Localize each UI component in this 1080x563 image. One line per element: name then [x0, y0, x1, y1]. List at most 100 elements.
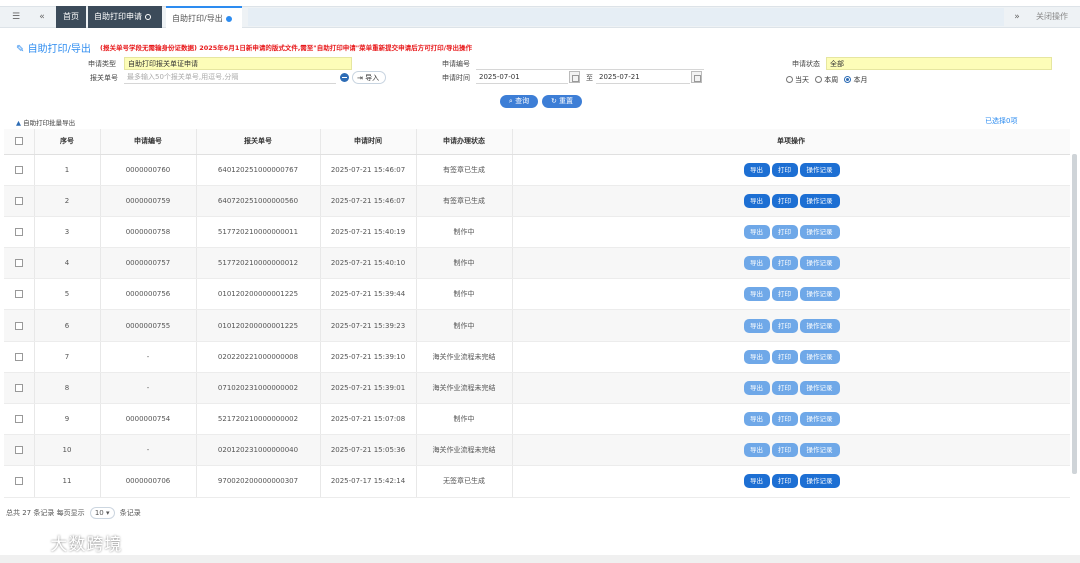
row-checkbox[interactable]	[14, 477, 23, 486]
export-button[interactable]: 导出	[743, 380, 770, 395]
export-button[interactable]: 导出	[743, 349, 770, 364]
print-button[interactable]: 打印	[771, 256, 798, 271]
radio-week[interactable]: 本周	[815, 75, 838, 85]
row-checkbox-cell	[4, 403, 35, 436]
reset-button[interactable]: ↻ 重置	[542, 95, 582, 108]
page-size-select[interactable]: 10 ▾	[89, 507, 115, 519]
export-button[interactable]: 导出	[743, 287, 770, 302]
record-table: 序号 申请编号 报关单号 申请时间 申请办理状态 单项操作 1 000000076…	[4, 129, 1070, 503]
table-row: 3 0000000758 517720210000000011 2025-07-21 …	[4, 216, 1070, 249]
row-checkbox[interactable]	[14, 227, 23, 236]
cell-decl-no: 640720251000000560	[196, 185, 321, 217]
forward-icon[interactable]: »	[1010, 6, 1024, 28]
reset-icon: ↻	[550, 97, 560, 105]
cell-time: 2025-07-21 15:40:19	[320, 216, 417, 249]
radio-today[interactable]: 当天	[786, 75, 809, 85]
menu-icon[interactable]: ☰	[8, 6, 24, 28]
scrollbar[interactable]	[1072, 154, 1077, 474]
export-button[interactable]: 导出	[743, 193, 770, 208]
export-button[interactable]: 导出	[743, 162, 770, 177]
cell-ops: 导出 打印 操作记录	[512, 216, 1070, 249]
row-checkbox[interactable]	[14, 196, 23, 205]
row-checkbox[interactable]	[14, 352, 23, 361]
cell-ops: 导出 打印 操作记录	[512, 247, 1070, 280]
print-button[interactable]: 打印	[771, 412, 798, 427]
header-status: 申请办理状态	[416, 129, 513, 155]
log-button[interactable]: 操作记录	[799, 224, 840, 239]
cell-apply-no: -	[100, 341, 197, 373]
export-button[interactable]: 导出	[743, 412, 770, 427]
log-button[interactable]: 操作记录	[799, 162, 840, 177]
selected-count: 已选择0项	[985, 117, 1018, 125]
radio-icon	[786, 76, 793, 83]
print-button[interactable]: 打印	[771, 224, 798, 239]
tab-current[interactable]: 自助打印/导出	[166, 6, 242, 28]
export-button[interactable]: 导出	[743, 474, 770, 489]
minus-icon[interactable]	[340, 73, 349, 82]
table-row: 5 0000000756 010120200000001225 2025-07-21 …	[4, 278, 1070, 311]
log-button[interactable]: 操作记录	[799, 474, 840, 489]
status-select[interactable]: 全部	[826, 57, 1052, 70]
tab-home[interactable]: 首页	[56, 6, 86, 28]
batch-export-button[interactable]: ▲ 自助打印批量导出	[16, 117, 75, 127]
print-button[interactable]: 打印	[771, 318, 798, 333]
close-icon[interactable]	[225, 15, 232, 22]
print-button[interactable]: 打印	[771, 474, 798, 489]
cell-decl-no: 517720210000000012	[196, 247, 321, 280]
row-checkbox[interactable]	[14, 383, 23, 392]
row-checkbox[interactable]	[14, 259, 23, 268]
print-button[interactable]: 打印	[771, 349, 798, 364]
log-button[interactable]: 操作记录	[799, 443, 840, 458]
declno-input[interactable]: 最多输入50个报关单号,用逗号,分隔	[124, 71, 336, 84]
calendar-icon[interactable]	[691, 71, 702, 83]
import-button[interactable]: ⇥ 导入	[352, 71, 387, 84]
type-select[interactable]: 自助打印报关单证申请	[124, 57, 352, 70]
row-checkbox[interactable]	[14, 321, 23, 330]
calendar-icon[interactable]	[569, 71, 580, 83]
log-button[interactable]: 操作记录	[799, 256, 840, 271]
start-date-input[interactable]: 2025-07-01	[476, 71, 568, 84]
close-icon[interactable]	[145, 13, 151, 20]
cell-status: 海关作业流程未完结	[416, 372, 513, 405]
log-button[interactable]: 操作记录	[799, 349, 840, 364]
log-button[interactable]: 操作记录	[799, 193, 840, 208]
log-button[interactable]: 操作记录	[799, 380, 840, 395]
export-button[interactable]: 导出	[743, 318, 770, 333]
applyno-input[interactable]	[476, 57, 704, 70]
row-checkbox[interactable]	[14, 165, 23, 174]
select-all-checkbox[interactable]	[14, 137, 23, 146]
row-checkbox-cell	[4, 309, 35, 342]
tab-apply[interactable]: 自助打印申请	[88, 6, 162, 28]
export-button[interactable]: 导出	[743, 256, 770, 271]
print-button[interactable]: 打印	[771, 443, 798, 458]
cell-apply-no: 0000000755	[100, 309, 197, 342]
type-label: 申请类型	[88, 60, 116, 68]
print-button[interactable]: 打印	[771, 193, 798, 208]
cell-no: 9	[34, 403, 101, 436]
cell-decl-no: 010120200000001225	[196, 309, 321, 342]
radio-week-label: 本周	[824, 76, 839, 84]
print-button[interactable]: 打印	[771, 162, 798, 177]
cell-ops: 导出 打印 操作记录	[512, 372, 1070, 405]
back-icon[interactable]: «	[34, 6, 50, 28]
export-button[interactable]: 导出	[743, 224, 770, 239]
log-button[interactable]: 操作记录	[799, 412, 840, 427]
log-button[interactable]: 操作记录	[799, 287, 840, 302]
row-checkbox[interactable]	[14, 415, 23, 424]
cell-time: 2025-07-21 15:05:36	[320, 434, 417, 467]
print-button[interactable]: 打印	[771, 380, 798, 395]
end-date-input[interactable]: 2025-07-21	[596, 71, 690, 84]
row-checkbox[interactable]	[14, 290, 23, 299]
print-button[interactable]: 打印	[771, 287, 798, 302]
radio-month[interactable]: 本月	[844, 75, 867, 85]
close-ops-button[interactable]: 关闭操作	[1036, 6, 1068, 28]
export-button[interactable]: 导出	[743, 443, 770, 458]
row-checkbox[interactable]	[14, 446, 23, 455]
query-button[interactable]: ⌕ 查询	[500, 95, 538, 108]
bottom-strip	[0, 555, 1080, 563]
cell-apply-no: 0000000754	[100, 403, 197, 436]
row-checkbox-cell	[4, 216, 35, 249]
log-button[interactable]: 操作记录	[799, 318, 840, 333]
table-row: 8-071020231000000002 2025-07-21 15:39:01 海…	[4, 372, 1070, 405]
status-label: 申请状态	[792, 60, 820, 68]
